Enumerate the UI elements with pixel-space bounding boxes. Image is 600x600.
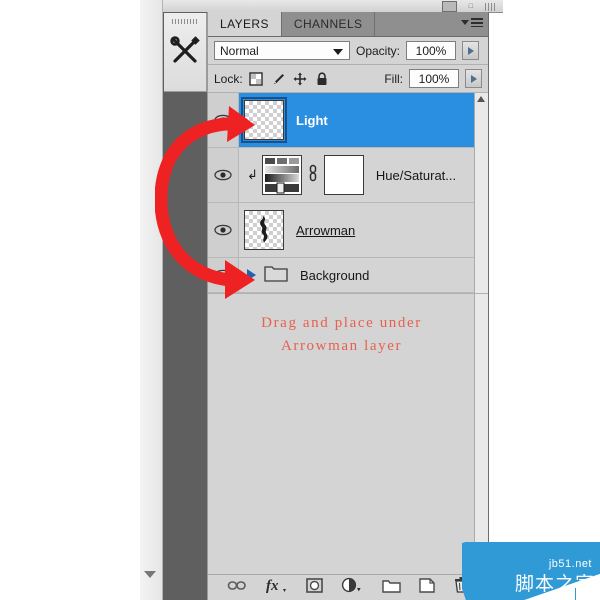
opacity-input[interactable]: 100% <box>406 41 457 60</box>
chevron-right-icon <box>470 74 477 83</box>
adjustment-thumbnail[interactable] <box>261 155 302 195</box>
watermark-name: 脚本之家 <box>514 573 595 595</box>
options-bar-grip-icon <box>485 2 497 11</box>
layer-list: Light ↳ Hue/Saturat... Arrowman Backgrou… <box>208 93 488 294</box>
watermark: jb51.net 脚本之家 <box>462 542 600 600</box>
blend-mode-select[interactable]: Normal <box>214 41 350 60</box>
annotation-line-2: Arrowman layer <box>280 338 403 354</box>
fill-input[interactable]: 100% <box>409 69 459 88</box>
tab-channels[interactable]: CHANNELS <box>281 12 376 36</box>
lock-position-icon[interactable] <box>293 72 307 86</box>
chevron-right-icon <box>467 46 474 55</box>
panel-menu-icon[interactable] <box>461 18 483 27</box>
layer-thumbnail[interactable] <box>241 97 287 143</box>
chevron-down-icon <box>333 49 343 55</box>
link-layers-button[interactable] <box>227 579 247 597</box>
blend-mode-value: Normal <box>220 43 259 58</box>
document-vertical-scrollbar[interactable] <box>140 0 163 600</box>
layer-name[interactable]: Hue/Saturat... <box>376 168 456 183</box>
new-adjustment-layer-button[interactable] <box>341 577 363 598</box>
layers-panel: LAYERS CHANNELS Normal Opacity: 100% Loc… <box>207 12 489 600</box>
layer-name[interactable]: Light <box>296 113 328 128</box>
layer-visibility-toggle[interactable] <box>208 203 239 257</box>
new-group-button[interactable] <box>382 578 401 598</box>
collapsed-tools-panel[interactable] <box>164 13 207 92</box>
group-disclosure-triangle-icon[interactable] <box>247 269 256 281</box>
scroll-down-arrow-icon[interactable] <box>144 571 156 578</box>
opacity-stepper[interactable] <box>462 41 480 60</box>
blend-opacity-row: Normal Opacity: 100% <box>208 37 488 65</box>
table-row[interactable]: Light <box>208 93 488 148</box>
annotation-line-1: Drag and place under <box>261 315 422 331</box>
eye-icon <box>214 269 232 281</box>
mask-link-icon[interactable] <box>308 164 318 187</box>
canvas-whitespace <box>0 0 140 600</box>
screenshot-root: □ LAYERS CHANNELS Normal Opacity: 100% L… <box>0 0 600 600</box>
options-bar-icons: □ <box>441 1 497 12</box>
new-layer-button[interactable] <box>419 577 436 598</box>
table-row[interactable]: ↳ Hue/Saturat... <box>208 148 488 203</box>
layer-name[interactable]: Arrowman <box>296 223 355 238</box>
table-row[interactable]: Background <box>208 258 488 293</box>
layer-thumbnail[interactable] <box>244 210 284 250</box>
panel-grip-icon[interactable] <box>172 19 198 24</box>
layer-visibility-toggle[interactable] <box>208 148 239 202</box>
lock-label: Lock: <box>214 71 243 86</box>
panel-tab-bar: LAYERS CHANNELS <box>208 12 488 37</box>
layer-list-empty-area: Drag and place under Arrowman layer <box>208 294 488 600</box>
chevron-down-icon <box>461 20 469 25</box>
panel-dock-column <box>163 12 207 600</box>
lock-transparency-icon[interactable] <box>248 71 263 86</box>
layer-name[interactable]: Background <box>300 268 369 283</box>
layer-visibility-toggle[interactable] <box>208 258 239 292</box>
eye-icon <box>214 114 232 126</box>
lock-all-icon[interactable] <box>315 71 329 86</box>
annotation-text: Drag and place under Arrowman layer <box>208 312 475 358</box>
scroll-up-arrow-icon[interactable] <box>477 96 485 102</box>
lock-image-pixels-icon[interactable] <box>271 72 285 86</box>
fill-stepper[interactable] <box>465 69 482 88</box>
tools-wrench-screwdriver-icon[interactable] <box>164 33 206 72</box>
opacity-label: Opacity: <box>356 43 401 58</box>
tab-layers[interactable]: LAYERS <box>208 12 282 36</box>
menu-lines-icon <box>471 18 483 27</box>
table-row[interactable]: Arrowman <box>208 203 488 258</box>
folder-icon <box>264 263 288 287</box>
layer-visibility-toggle[interactable] <box>208 93 239 147</box>
clipping-mask-arrow-icon: ↳ <box>247 167 258 182</box>
lock-fill-row: Lock: Fill: 100% <box>208 65 488 93</box>
arrange-documents-icon[interactable]: □ <box>469 2 473 11</box>
layers-panel-bottom-bar: fx <box>208 574 488 600</box>
eye-icon <box>214 224 232 236</box>
add-layer-mask-button[interactable] <box>306 577 323 598</box>
svg-text:fx: fx <box>266 578 279 593</box>
fill-label: Fill: <box>384 71 403 86</box>
screen-mode-icon[interactable] <box>441 1 457 12</box>
lock-buttons <box>248 71 329 86</box>
layer-list-scrollbar[interactable] <box>474 93 488 293</box>
layer-mask-thumbnail[interactable] <box>323 155 364 195</box>
layer-style-button[interactable]: fx <box>266 577 288 598</box>
watermark-tick <box>575 588 576 600</box>
eye-icon <box>214 169 232 181</box>
